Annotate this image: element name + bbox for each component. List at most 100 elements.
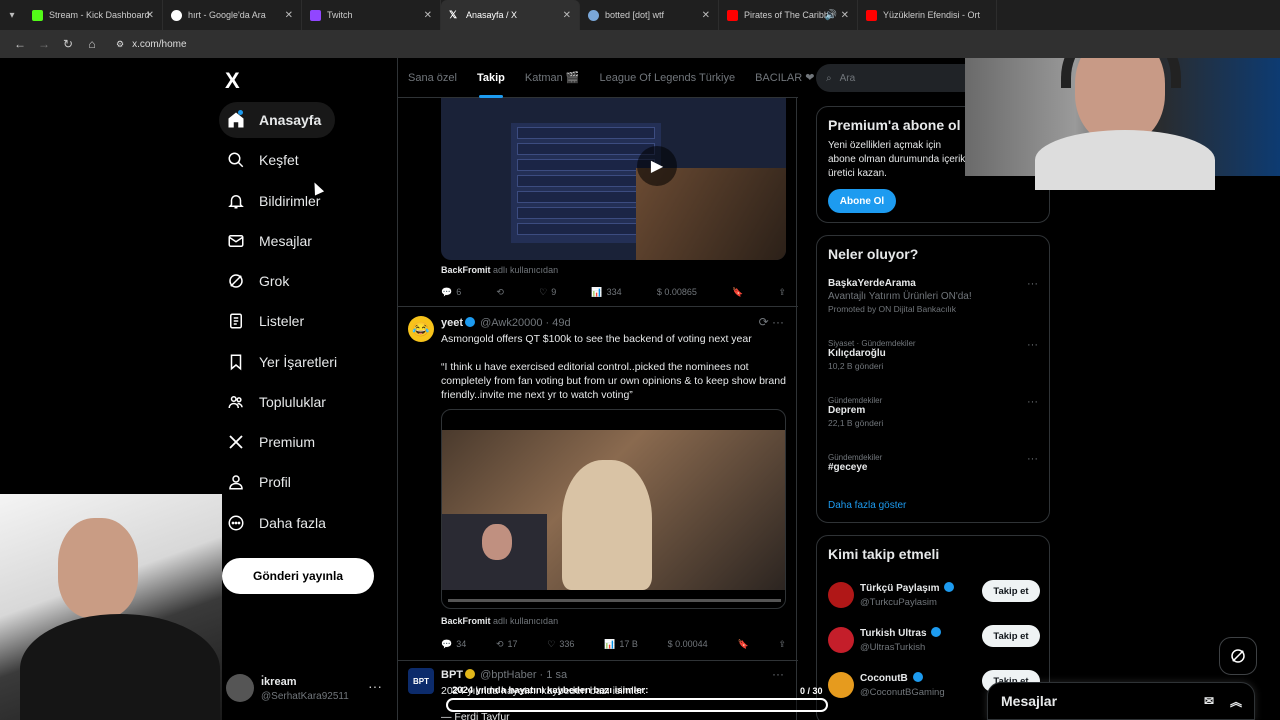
post-video[interactable] bbox=[441, 409, 786, 609]
more-icon[interactable]: ··· bbox=[772, 667, 784, 681]
more-icon[interactable]: ··· bbox=[1027, 453, 1038, 465]
browser-tab[interactable]: Yüzüklerin Efendisi - Ort bbox=[858, 0, 997, 30]
tab-sana-ozel[interactable]: Sana özel bbox=[398, 58, 467, 98]
trend-item[interactable]: Siyaset · Gündemdekiler Kılıçdaroğlu 10,… bbox=[828, 339, 1038, 371]
tab-bacilar[interactable]: BACILAR ❤ bbox=[745, 58, 824, 98]
trend-item[interactable]: Gündemdekiler #geceye ··· bbox=[828, 453, 1038, 473]
source-note: BackFromit adlı kullanıcıdan bbox=[441, 265, 558, 275]
grok-button[interactable] bbox=[1219, 637, 1257, 675]
follow-suggestion[interactable]: Turkish Ultras @UltrasTurkish Takip et bbox=[828, 625, 1040, 661]
x-page: X Anasayfa Keşfet Bildirimler Mesajlar G… bbox=[0, 58, 1280, 720]
close-icon[interactable]: ✕ bbox=[563, 10, 571, 21]
share-button[interactable]: ⇪ bbox=[778, 639, 786, 650]
suggestion-handle: @UltrasTurkish bbox=[860, 642, 926, 653]
account-switcher[interactable]: ı̇kream @SerhatKara92511 ··· bbox=[226, 670, 386, 710]
post-time[interactable]: · 49d bbox=[546, 317, 571, 329]
bookmark-button[interactable]: 🔖 bbox=[737, 639, 748, 650]
subscribe-button[interactable]: Abone Ol bbox=[828, 189, 896, 213]
more-icon[interactable]: ··· bbox=[368, 678, 382, 694]
back-icon[interactable]: ← bbox=[8, 37, 32, 51]
sidebar-item-bildirimler[interactable]: Bildirimler bbox=[219, 183, 389, 219]
sidebar-item-mesajlar[interactable]: Mesajlar bbox=[219, 223, 389, 259]
post-video[interactable]: ▶ bbox=[441, 98, 786, 260]
post-actions: 💬 34 ⟲ 17 ♡ 336 📊 17 B $ 0.00044 🔖 ⇪ bbox=[441, 636, 786, 652]
views-button[interactable]: 📊 334 bbox=[591, 287, 621, 298]
source-name[interactable]: BackFromit bbox=[441, 265, 491, 275]
browser-tab[interactable]: Pirates of The Caribbe 🔊 ✕ bbox=[719, 0, 858, 30]
search-placeholder: Ara bbox=[839, 72, 856, 84]
show-more-link[interactable]: Daha fazla göster bbox=[828, 500, 906, 511]
sidebar-item-profil[interactable]: Profil bbox=[219, 464, 389, 500]
speaker-icon[interactable]: 🔊 bbox=[825, 10, 837, 21]
browser-tab-active[interactable]: 𝕏 Anasayfa / X ✕ bbox=[441, 0, 580, 30]
home-button-icon[interactable]: ⌂ bbox=[80, 37, 104, 51]
browser-tab[interactable]: hırt - Google'da Ara ✕ bbox=[163, 0, 302, 30]
play-icon[interactable]: ▶ bbox=[637, 146, 677, 186]
repost-button[interactable]: ⟲ 17 bbox=[496, 639, 518, 650]
author-name[interactable]: BPT bbox=[441, 669, 463, 681]
avatar[interactable]: 😂 bbox=[408, 316, 434, 342]
post-button[interactable]: Gönderi yayınla bbox=[222, 558, 374, 594]
reload-icon[interactable]: ↻ bbox=[56, 37, 80, 51]
repost-button[interactable]: ⟲ bbox=[496, 287, 504, 298]
sidebar-item-kesfet[interactable]: Keşfet bbox=[219, 142, 389, 178]
video-progress[interactable] bbox=[448, 599, 781, 602]
trend-item[interactable]: Gündemdekiler Deprem 22,1 B gönderi ··· bbox=[828, 396, 1038, 428]
sidebar-item-daha-fazla[interactable]: Daha fazla bbox=[219, 505, 389, 541]
post-actions: 💬 6 ⟲ ♡ 9 📊 334 $ 0.00865 🔖 ⇪ bbox=[441, 284, 786, 300]
trend-item[interactable]: BaşkaYerdeArama Avantajlı Yatırım Ürünle… bbox=[828, 278, 1038, 314]
tab-league-of-legends[interactable]: League Of Legends Türkiye bbox=[590, 58, 746, 98]
close-icon[interactable]: ✕ bbox=[702, 10, 710, 21]
follow-button[interactable]: Takip et bbox=[982, 625, 1040, 647]
views-button[interactable]: 📊 17 B bbox=[604, 639, 638, 650]
more-icon[interactable]: ··· bbox=[1027, 396, 1038, 408]
sidebar-item-anasayfa[interactable]: Anasayfa bbox=[219, 102, 335, 138]
like-button[interactable]: ♡ 9 bbox=[539, 287, 556, 298]
more-icon[interactable]: ··· bbox=[1027, 278, 1038, 290]
sidebar-item-premium[interactable]: Premium bbox=[219, 424, 389, 460]
sidebar-item-listeler[interactable]: Listeler bbox=[219, 303, 389, 339]
more-icon[interactable]: ⟳ ··· bbox=[759, 315, 784, 329]
post-time[interactable]: · 1 sa bbox=[540, 669, 568, 681]
close-icon[interactable]: ✕ bbox=[841, 10, 849, 21]
sidebar-item-label: Daha fazla bbox=[259, 515, 326, 531]
tab-label: Stream - Kick Dashboard bbox=[49, 10, 150, 20]
messages-drawer[interactable]: Mesajlar ✉ ︽ bbox=[987, 682, 1255, 720]
close-icon[interactable]: ✕ bbox=[285, 10, 293, 21]
sidebar-item-grok[interactable]: Grok bbox=[219, 263, 389, 299]
search-icon: ⌕ bbox=[826, 72, 832, 84]
reply-button[interactable]: 💬 34 bbox=[441, 639, 466, 650]
sidebar-item-yer-isaretleri[interactable]: Yer İşaretleri bbox=[219, 344, 389, 380]
tab-katman[interactable]: Katman 🎬 bbox=[515, 58, 590, 98]
avatar[interactable]: BPT bbox=[408, 668, 434, 694]
browser-tab[interactable]: botted [dot] wtf ✕ bbox=[580, 0, 719, 30]
share-button[interactable]: ⇪ bbox=[778, 287, 786, 298]
new-message-icon[interactable]: ✉ bbox=[1204, 694, 1214, 708]
premium-text: Yeni özellikleri açmak için abone olman … bbox=[828, 140, 966, 179]
follow-button[interactable]: Takip et bbox=[982, 580, 1040, 602]
like-button[interactable]: ♡ 336 bbox=[547, 639, 574, 650]
bookmark-button[interactable]: 🔖 bbox=[732, 287, 743, 298]
tab-takip[interactable]: Takip bbox=[467, 58, 515, 98]
promoted-label: Promoted by ON Dijital Bankacılık bbox=[828, 304, 957, 314]
site-info-icon[interactable]: ⚙ bbox=[116, 39, 124, 50]
follow-suggestion[interactable]: Türkçü Paylaşım @TurkcuPaylasim Takip et bbox=[828, 580, 1040, 616]
expand-icon[interactable]: ︽ bbox=[1230, 693, 1242, 710]
x-logo-icon[interactable]: X bbox=[225, 68, 240, 94]
author-handle[interactable]: @bptHaber bbox=[480, 669, 536, 681]
sidebar-item-topluluklar[interactable]: Topluluklar bbox=[219, 384, 389, 420]
author-handle[interactable]: @Awk20000 bbox=[480, 317, 542, 329]
forward-icon[interactable]: → bbox=[32, 37, 56, 51]
more-icon[interactable]: ··· bbox=[1027, 339, 1038, 351]
url-field[interactable]: ⚙ x.com/home bbox=[116, 39, 187, 50]
browser-tab[interactable]: Stream - Kick Dashboard ✕ bbox=[24, 0, 163, 30]
close-icon[interactable]: ✕ bbox=[146, 10, 154, 21]
browser-tab[interactable]: Twitch ✕ bbox=[302, 0, 441, 30]
close-icon[interactable]: ✕ bbox=[424, 10, 432, 21]
source-name[interactable]: BackFromit bbox=[441, 616, 491, 626]
bell-icon bbox=[228, 195, 244, 209]
reply-button[interactable]: 💬 6 bbox=[441, 287, 461, 298]
heart-icon: ♡ bbox=[547, 638, 556, 649]
author-name[interactable]: yeet bbox=[441, 317, 463, 329]
tab-search-icon[interactable]: ▾ bbox=[0, 0, 24, 30]
